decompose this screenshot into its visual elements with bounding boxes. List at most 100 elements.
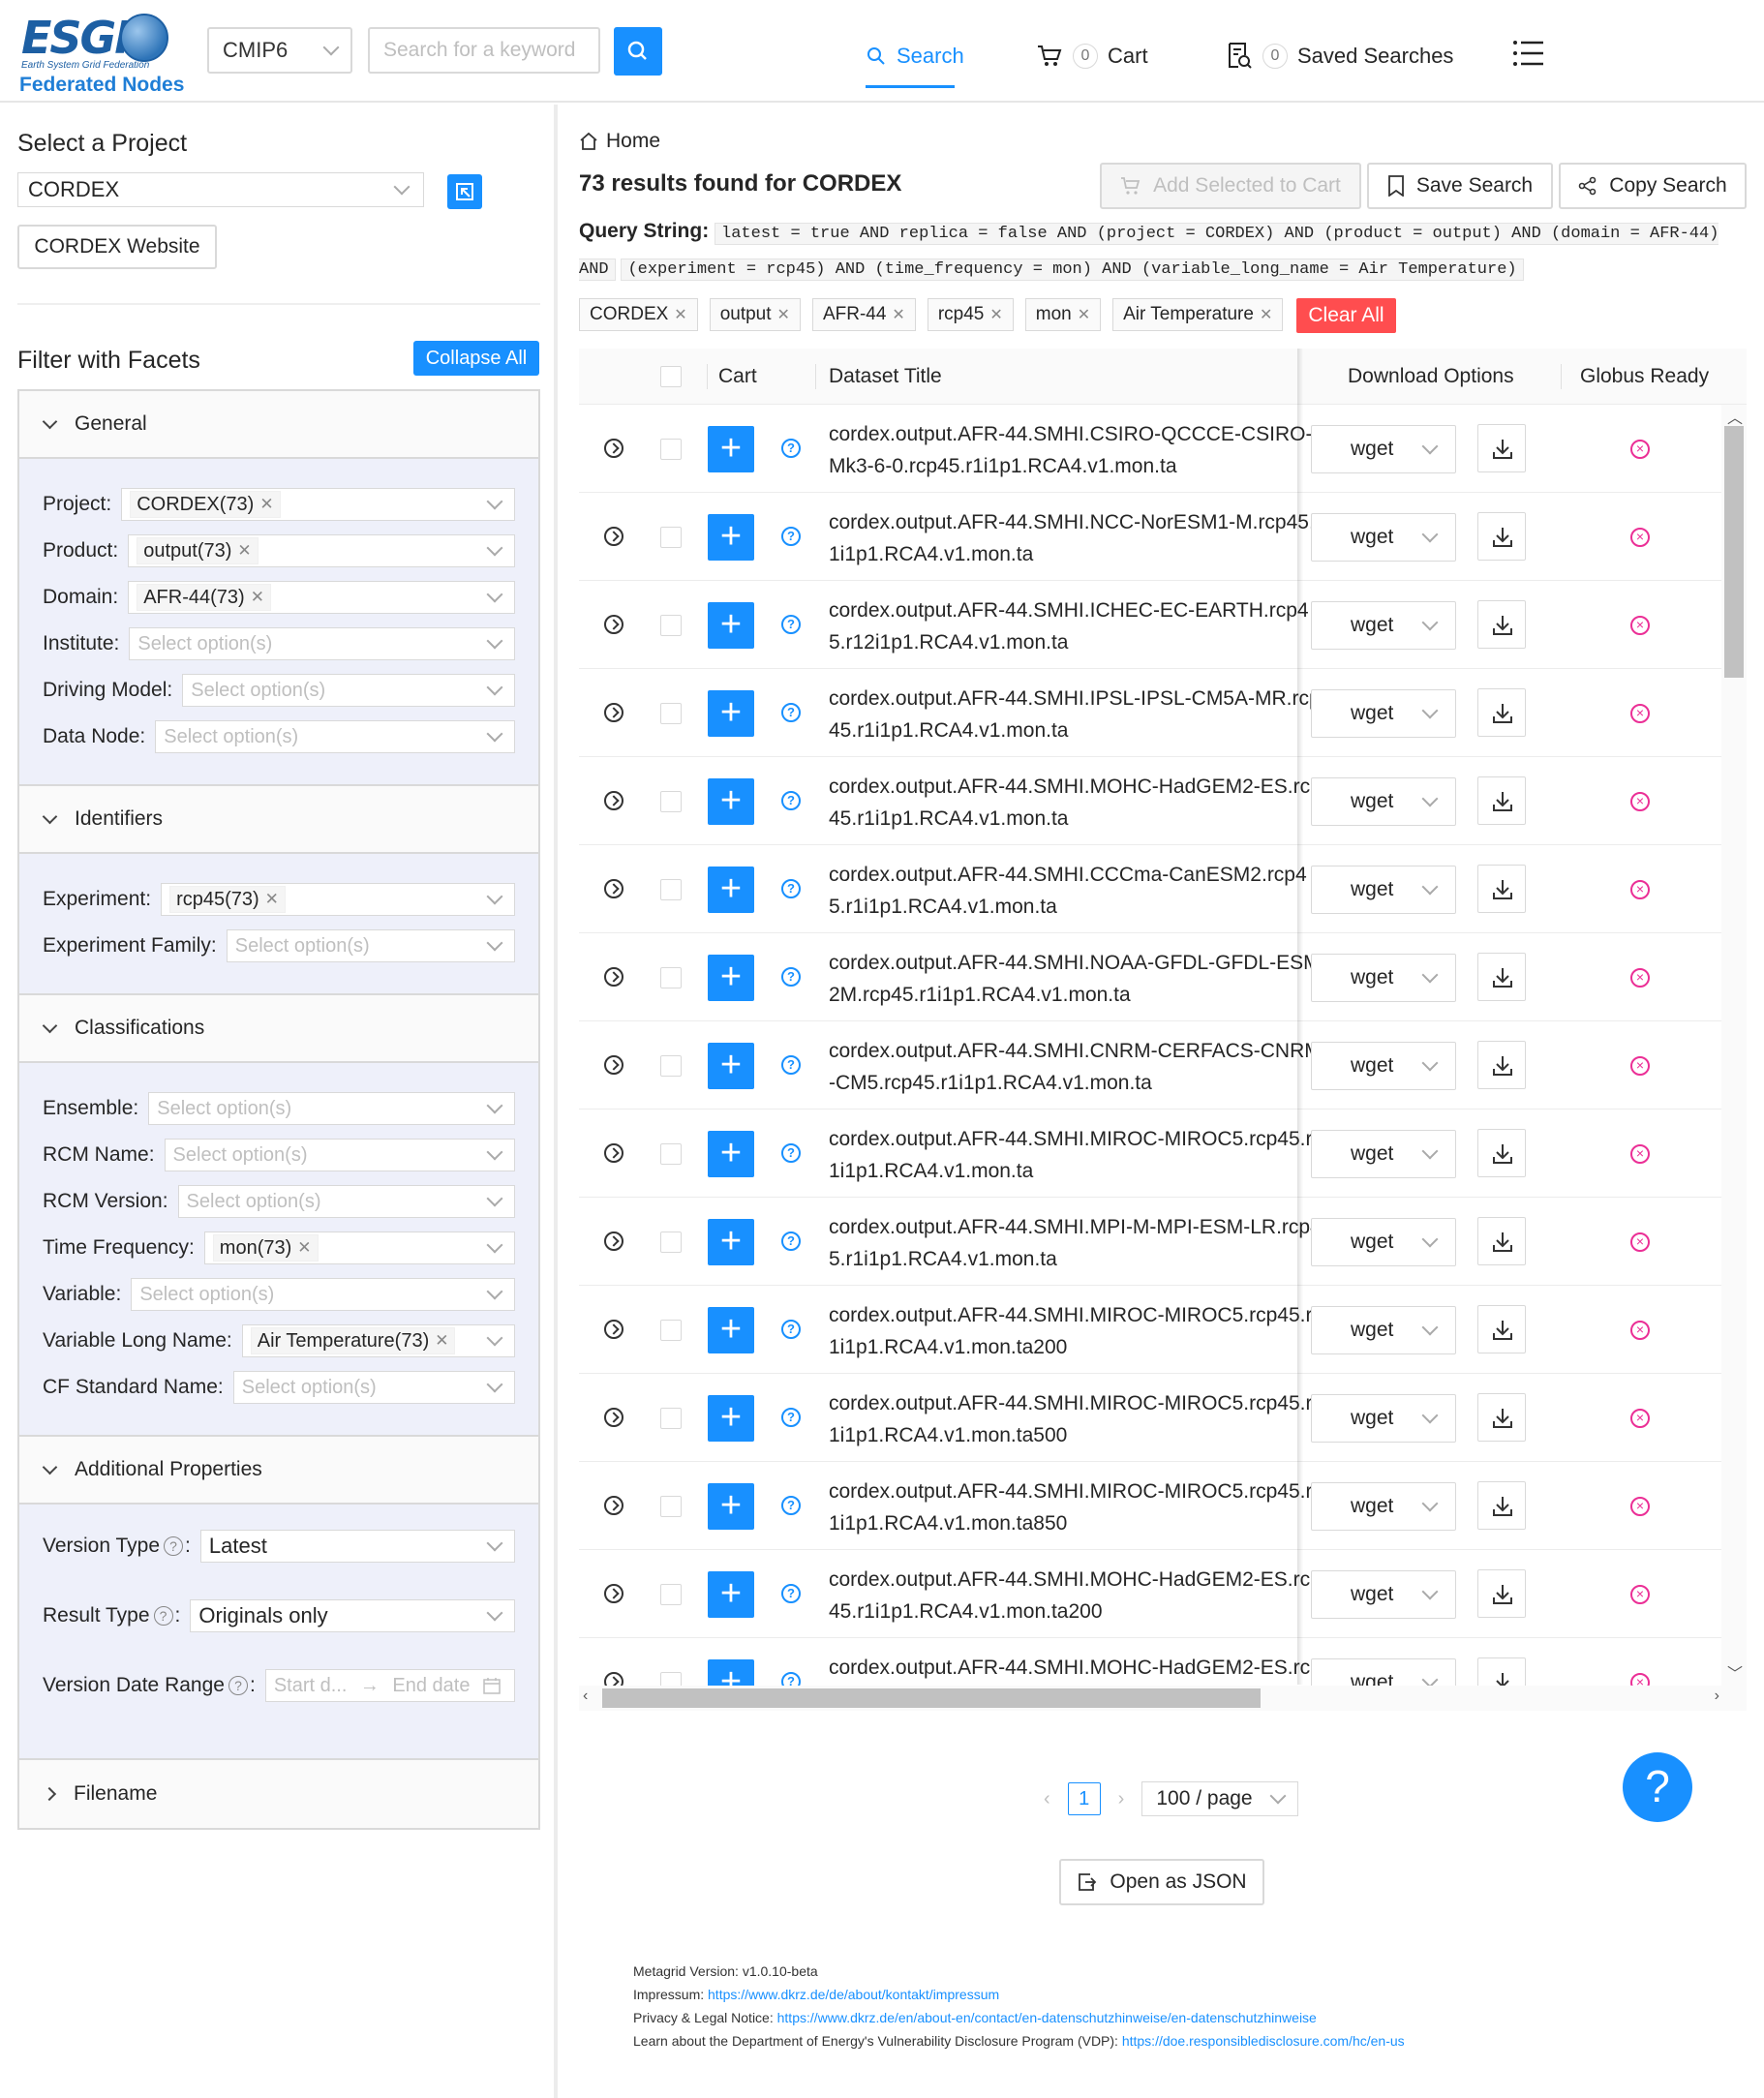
facet-rcm-name-select[interactable]: Select option(s) (164, 1139, 515, 1171)
page-current[interactable]: 1 (1067, 1782, 1101, 1815)
collapse-all-button[interactable]: Collapse All (413, 341, 539, 376)
download-option-select[interactable]: wget (1311, 1482, 1456, 1531)
question-circle-icon[interactable]: ? (781, 703, 801, 722)
vertical-scroll-thumb[interactable] (1724, 426, 1744, 678)
question-circle-icon[interactable]: ? (781, 967, 801, 987)
close-icon[interactable]: ✕ (1078, 305, 1090, 324)
add-to-cart-button[interactable]: + (708, 1043, 754, 1089)
privacy-link[interactable]: https://www.dkrz.de/en/about-en/contact/… (777, 2010, 1317, 2025)
facet-group-general[interactable]: General (19, 391, 538, 459)
download-button[interactable] (1477, 1569, 1526, 1618)
facet-experiment-select[interactable]: rcp45(73) ✕ (161, 883, 515, 916)
clear-all-button[interactable]: Clear All (1296, 298, 1396, 333)
row-checkbox[interactable] (660, 703, 682, 724)
download-option-select[interactable]: wget (1311, 1570, 1456, 1619)
row-checkbox[interactable] (660, 1320, 682, 1341)
facet-rcm-version-select[interactable]: Select option(s) (177, 1185, 515, 1218)
download-button[interactable] (1477, 1657, 1526, 1686)
nav-search[interactable]: Search (866, 39, 964, 74)
question-circle-icon[interactable]: ? (781, 1584, 801, 1603)
add-selected-to-cart-button[interactable]: Add Selected to Cart (1100, 163, 1361, 209)
download-option-select[interactable]: wget (1311, 1218, 1456, 1266)
download-button[interactable] (1477, 865, 1526, 913)
add-to-cart-button[interactable]: + (708, 1483, 754, 1530)
expand-row-icon[interactable] (604, 1584, 623, 1603)
row-checkbox[interactable] (660, 439, 682, 460)
add-to-cart-button[interactable]: + (708, 778, 754, 825)
close-icon[interactable]: ✕ (777, 305, 790, 324)
add-to-cart-button[interactable]: + (708, 867, 754, 913)
question-circle-icon[interactable]: ? (781, 1320, 801, 1339)
question-circle-icon[interactable]: ? (781, 791, 801, 810)
row-checkbox[interactable] (660, 1055, 682, 1077)
question-circle-icon[interactable]: ? (781, 1672, 801, 1686)
scroll-down-icon[interactable]: ﹀ (1727, 1660, 1743, 1684)
facet-data-node-select[interactable]: Select option(s) (155, 720, 515, 753)
horizontal-scroll-thumb[interactable] (602, 1688, 1261, 1708)
row-checkbox[interactable] (660, 879, 682, 900)
facet-group-filename[interactable]: Filename (19, 1760, 538, 1828)
download-button[interactable] (1477, 1217, 1526, 1265)
question-circle-icon[interactable]: ? (781, 1496, 801, 1515)
expand-row-icon[interactable] (604, 1672, 623, 1686)
question-circle-icon[interactable]: ? (781, 1408, 801, 1427)
expand-row-icon[interactable] (604, 879, 623, 898)
row-checkbox[interactable] (660, 1672, 682, 1686)
question-circle-icon[interactable]: ? (164, 1536, 184, 1556)
facet-cf-standard-name-select[interactable]: Select option(s) (232, 1371, 515, 1404)
help-button[interactable]: ? (1623, 1752, 1692, 1822)
expand-row-icon[interactable] (604, 439, 623, 458)
download-button[interactable] (1477, 512, 1526, 561)
add-to-cart-button[interactable]: + (708, 1219, 754, 1265)
download-option-select[interactable]: wget (1311, 425, 1456, 473)
esgf-logo[interactable]: ESGF Earth System Grid Federation Federa… (19, 12, 194, 99)
next-page-icon[interactable]: › (1118, 1788, 1125, 1810)
version-date-range-picker[interactable]: Start d... → End date (264, 1669, 515, 1702)
close-icon[interactable]: ✕ (237, 541, 251, 561)
facet-ensemble-select[interactable]: Select option(s) (148, 1092, 515, 1125)
add-to-cart-button[interactable]: + (708, 602, 754, 649)
download-button[interactable] (1477, 1041, 1526, 1089)
expand-row-icon[interactable] (604, 527, 623, 546)
project-website-button[interactable]: CORDEX Website (17, 225, 217, 269)
download-option-select[interactable]: wget (1311, 1306, 1456, 1354)
close-icon[interactable]: ✕ (259, 495, 273, 514)
download-option-select[interactable]: wget (1311, 1394, 1456, 1443)
add-to-cart-button[interactable]: + (708, 1395, 754, 1442)
vdp-link[interactable]: https://doe.responsibledisclosure.com/hc… (1122, 2033, 1405, 2049)
facet-institute-select[interactable]: Select option(s) (129, 627, 515, 660)
download-option-select[interactable]: wget (1311, 601, 1456, 650)
facet-variable-select[interactable]: Select option(s) (131, 1278, 515, 1311)
expand-row-icon[interactable] (604, 967, 623, 987)
scroll-left-icon[interactable]: ‹ (583, 1688, 588, 1705)
download-option-select[interactable]: wget (1311, 1658, 1456, 1686)
download-button[interactable] (1477, 600, 1526, 649)
impressum-link[interactable]: https://www.dkrz.de/de/about/kontakt/imp… (708, 1987, 999, 2002)
start-date-input[interactable]: Start d... (274, 1675, 348, 1697)
close-icon[interactable]: ✕ (435, 1331, 448, 1351)
facet-group-classifications[interactable]: Classifications (19, 995, 538, 1063)
close-icon[interactable]: ✕ (1260, 305, 1272, 324)
add-to-cart-button[interactable]: + (708, 1571, 754, 1618)
download-option-select[interactable]: wget (1311, 513, 1456, 562)
download-button[interactable] (1477, 424, 1526, 472)
version-type-select[interactable]: Latest (199, 1530, 515, 1563)
facet-time-frequency-select[interactable]: mon(73) ✕ (203, 1231, 515, 1264)
add-to-cart-button[interactable]: + (708, 955, 754, 1001)
expand-row-icon[interactable] (604, 791, 623, 810)
row-checkbox[interactable] (660, 1584, 682, 1605)
question-circle-icon[interactable]: ? (781, 1143, 801, 1163)
facet-project-select[interactable]: CORDEX(73) ✕ (121, 488, 515, 521)
project-select[interactable]: CORDEX (17, 172, 424, 207)
expand-row-icon[interactable] (604, 1055, 623, 1075)
scroll-up-icon[interactable]: ︿ (1727, 405, 1743, 428)
facet-driving-model-select[interactable]: Select option(s) (182, 674, 515, 707)
expand-row-icon[interactable] (604, 1408, 623, 1427)
scroll-right-icon[interactable]: › (1715, 1688, 1719, 1705)
question-circle-icon[interactable]: ? (781, 1231, 801, 1251)
add-to-cart-button[interactable]: + (708, 426, 754, 472)
download-option-select[interactable]: wget (1311, 689, 1456, 738)
row-checkbox[interactable] (660, 1143, 682, 1165)
download-button[interactable] (1477, 688, 1526, 737)
facet-group-additional[interactable]: Additional Properties (19, 1437, 538, 1505)
